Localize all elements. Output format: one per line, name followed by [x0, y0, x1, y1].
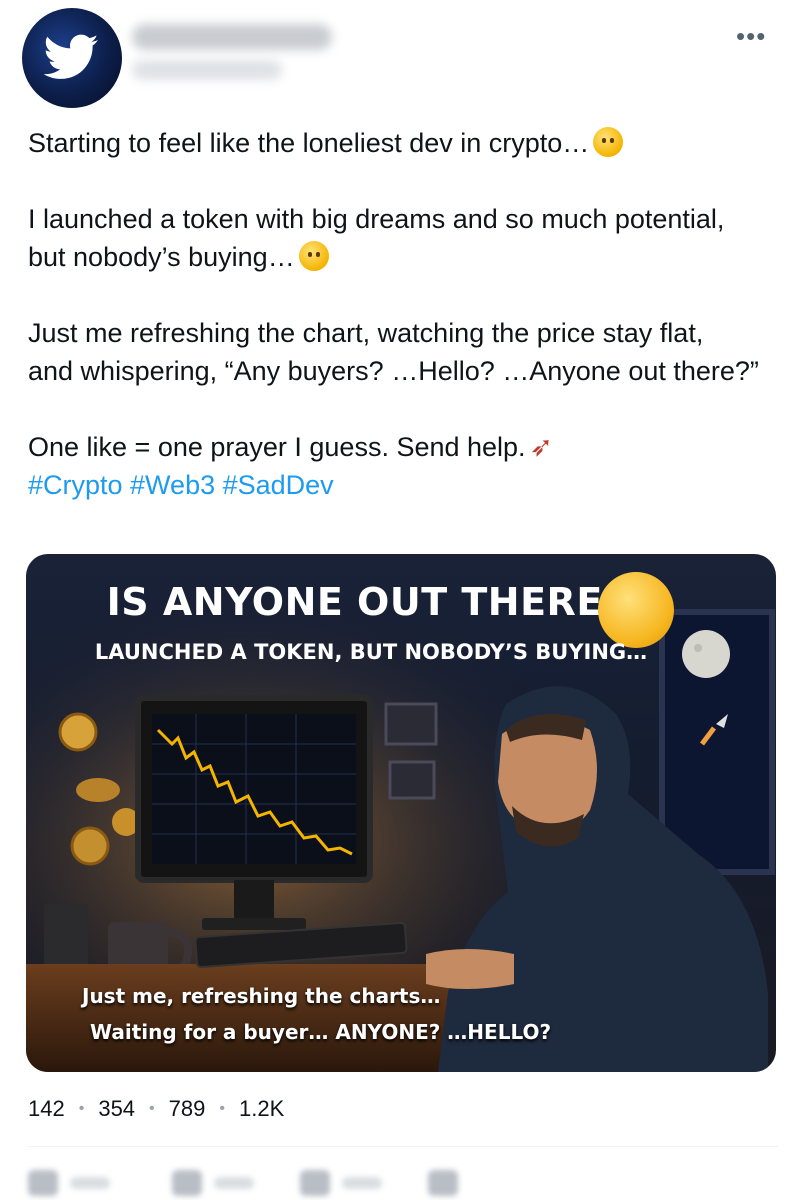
tweet-body: Starting to feel like the loneliest dev … [28, 124, 788, 504]
like-button[interactable] [300, 1168, 382, 1198]
reply-button[interactable] [28, 1168, 110, 1198]
stat-likes[interactable]: 789 [169, 1096, 206, 1122]
more-options-icon[interactable]: ••• [736, 23, 766, 49]
separator-dot: • [149, 1100, 155, 1117]
share-button[interactable] [428, 1168, 458, 1198]
crying-face-emoji-icon [298, 241, 329, 271]
share-icon [428, 1170, 458, 1196]
tweet-line: Just me refreshing the chart, watching t… [28, 318, 704, 348]
rocket-emoji-icon: ➶ [529, 431, 554, 462]
media-caption-line2: Waiting for a buyer… ANYONE? …HELLO? [90, 1020, 552, 1044]
avatar[interactable] [22, 8, 122, 108]
pleading-face-emoji-icon [593, 127, 624, 157]
tweet-header: ••• [0, 0, 800, 110]
bird-icon [44, 34, 98, 79]
stat-replies[interactable]: 142 [28, 1096, 65, 1122]
separator-dot: • [219, 1100, 225, 1117]
heart-icon [300, 1170, 330, 1196]
action-bar [28, 1160, 778, 1200]
repost-icon [172, 1170, 202, 1196]
hashtags-link[interactable]: #Crypto #Web3 #SadDev [28, 466, 788, 504]
tweet-image[interactable]: IS ANYONE OUT THERE? LAUNCHED A TOKEN, B… [26, 554, 776, 1072]
separator-dot: • [78, 1100, 85, 1117]
media-subtitle: LAUNCHED A TOKEN, BUT NOBODY’S BUYING… [94, 640, 648, 664]
reply-icon [28, 1170, 58, 1196]
divider [28, 1146, 778, 1147]
display-name-blurred[interactable] [132, 24, 332, 50]
tweet-line: but nobody’s buying… [28, 238, 788, 276]
tweet-line: One like = one prayer I guess. Send help… [28, 428, 788, 466]
sad-tear-emoji-icon [598, 572, 674, 648]
media-caption-line1: Just me, refreshing the charts… [82, 984, 441, 1008]
tweet-line: and whispering, “Any buyers? …Hello? …An… [28, 356, 759, 386]
stat-reposts[interactable]: 354 [98, 1096, 135, 1122]
tweet-line: I launched a token with big dreams and s… [28, 204, 725, 234]
handle-blurred[interactable] [132, 60, 282, 80]
repost-button[interactable] [172, 1168, 254, 1198]
tweet-line: Starting to feel like the loneliest dev … [28, 124, 788, 162]
engagement-stats: 142 • 354 • 789 • 1.2K [28, 1096, 768, 1126]
stat-views[interactable]: 1.2K [239, 1096, 284, 1122]
